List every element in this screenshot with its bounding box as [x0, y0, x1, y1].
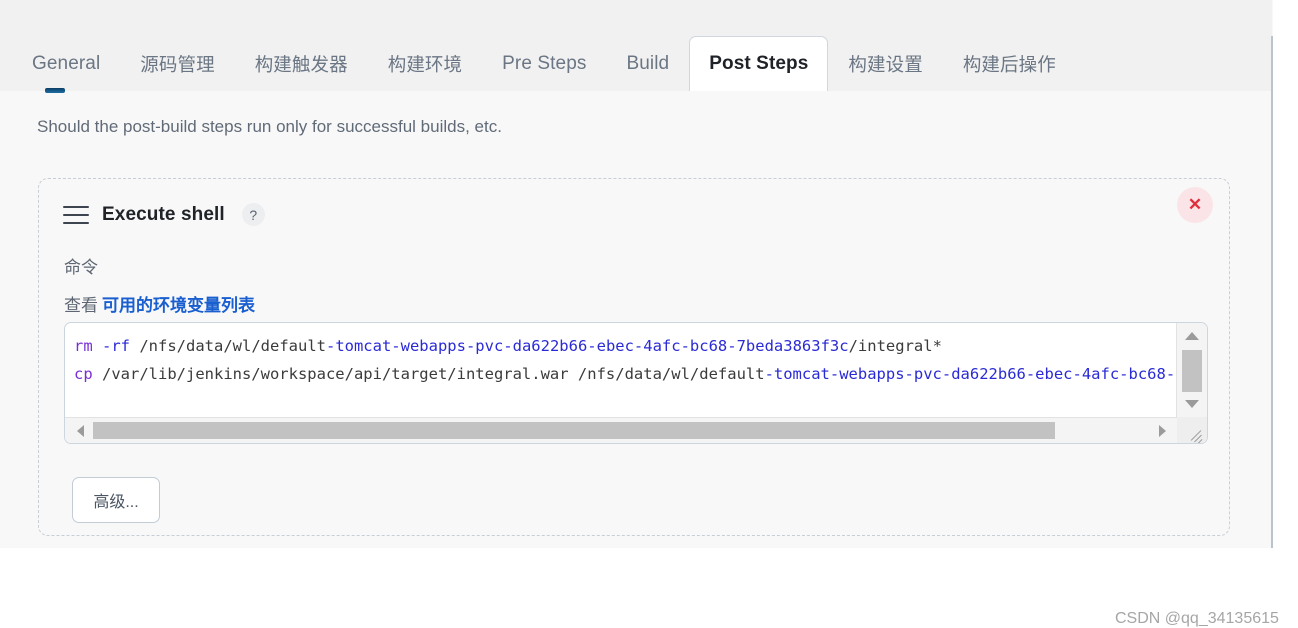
- config-tabs: General 源码管理 构建触发器 构建环境 Pre Steps Build Post S…: [0, 36, 1076, 92]
- env-prefix-text: 查看: [64, 296, 98, 315]
- tab-6[interactable]: Post Steps: [689, 36, 829, 92]
- command-token: rm: [74, 337, 93, 355]
- tab-7[interactable]: 构建设置: [828, 36, 942, 91]
- triangle-left-icon[interactable]: [68, 418, 92, 443]
- clipped-widget-above: [45, 88, 65, 93]
- command-line: cp /var/lib/jenkins/workspace/api/target…: [74, 360, 1176, 388]
- tab-0[interactable]: General: [12, 36, 120, 91]
- command-token: -tomcat-webapps-pvc-da622b66-ebec-4afc-b…: [325, 337, 849, 355]
- right-gutter: [1273, 0, 1298, 548]
- remove-builder-button[interactable]: ✕: [1177, 187, 1213, 223]
- tab-1[interactable]: 源码管理: [120, 36, 234, 91]
- tab-8[interactable]: 构建后操作: [943, 36, 1076, 91]
- textarea-horizontal-scrollbar[interactable]: [65, 417, 1207, 443]
- drag-handle-icon[interactable]: [63, 205, 89, 224]
- tab-5[interactable]: Build: [606, 36, 689, 91]
- command-code-content[interactable]: rm -rf /nfs/data/wl/default-tomcat-webap…: [65, 323, 1176, 417]
- help-icon[interactable]: ?: [241, 203, 265, 226]
- tab-2[interactable]: 构建触发器: [235, 36, 368, 91]
- watermark: CSDN @qq_34135615: [1115, 610, 1279, 627]
- command-token: -rf: [102, 337, 131, 355]
- advanced-button[interactable]: 高级...: [72, 477, 160, 523]
- tab-3[interactable]: 构建环境: [368, 36, 482, 91]
- triangle-down-icon[interactable]: [1177, 393, 1207, 415]
- vertical-scroll-thumb[interactable]: [1182, 350, 1202, 392]
- config-tabbar: General 源码管理 构建触发器 构建环境 Pre Steps Build Post S…: [0, 36, 1271, 92]
- command-line: rm -rf /nfs/data/wl/default-tomcat-webap…: [74, 332, 1176, 360]
- env-variables-line: 查看 可用的环境变量列表: [64, 291, 255, 316]
- horizontal-scroll-thumb[interactable]: [93, 422, 1055, 439]
- command-field-label: 命令: [64, 258, 98, 277]
- command-textarea[interactable]: rm -rf /nfs/data/wl/default-tomcat-webap…: [64, 322, 1208, 444]
- command-token: /nfs/data/wl/default: [130, 337, 326, 355]
- post-steps-panel: Should the post-build steps run only for…: [0, 88, 1279, 627]
- resize-grip-icon[interactable]: [1177, 417, 1207, 443]
- tab-4[interactable]: Pre Steps: [482, 36, 606, 91]
- execute-shell-builder: Execute shell ? ✕ 命令 查看 可用的环境变量列表 rm -rf …: [38, 178, 1230, 536]
- triangle-up-icon[interactable]: [1177, 325, 1207, 347]
- builder-title: Execute shell: [102, 203, 225, 225]
- top-strip: [0, 0, 1272, 36]
- command-token: cp: [74, 365, 93, 383]
- command-token: /integral*: [848, 337, 942, 355]
- command-token: -tomcat-webapps-pvc-da622b66-ebec-4afc-b…: [764, 365, 1176, 383]
- command-token: [93, 337, 102, 355]
- env-variables-link[interactable]: 可用的环境变量列表: [102, 296, 255, 315]
- triangle-right-icon[interactable]: [1150, 418, 1174, 443]
- textarea-vertical-scrollbar[interactable]: [1176, 323, 1207, 417]
- command-token: /var/lib/jenkins/workspace/api/target/in…: [92, 365, 765, 383]
- builder-header: Execute shell ?: [63, 203, 265, 226]
- section-description: Should the post-build steps run only for…: [37, 117, 502, 136]
- jenkins-job-config-page: General 源码管理 构建触发器 构建环境 Pre Steps Build Post S…: [0, 0, 1298, 627]
